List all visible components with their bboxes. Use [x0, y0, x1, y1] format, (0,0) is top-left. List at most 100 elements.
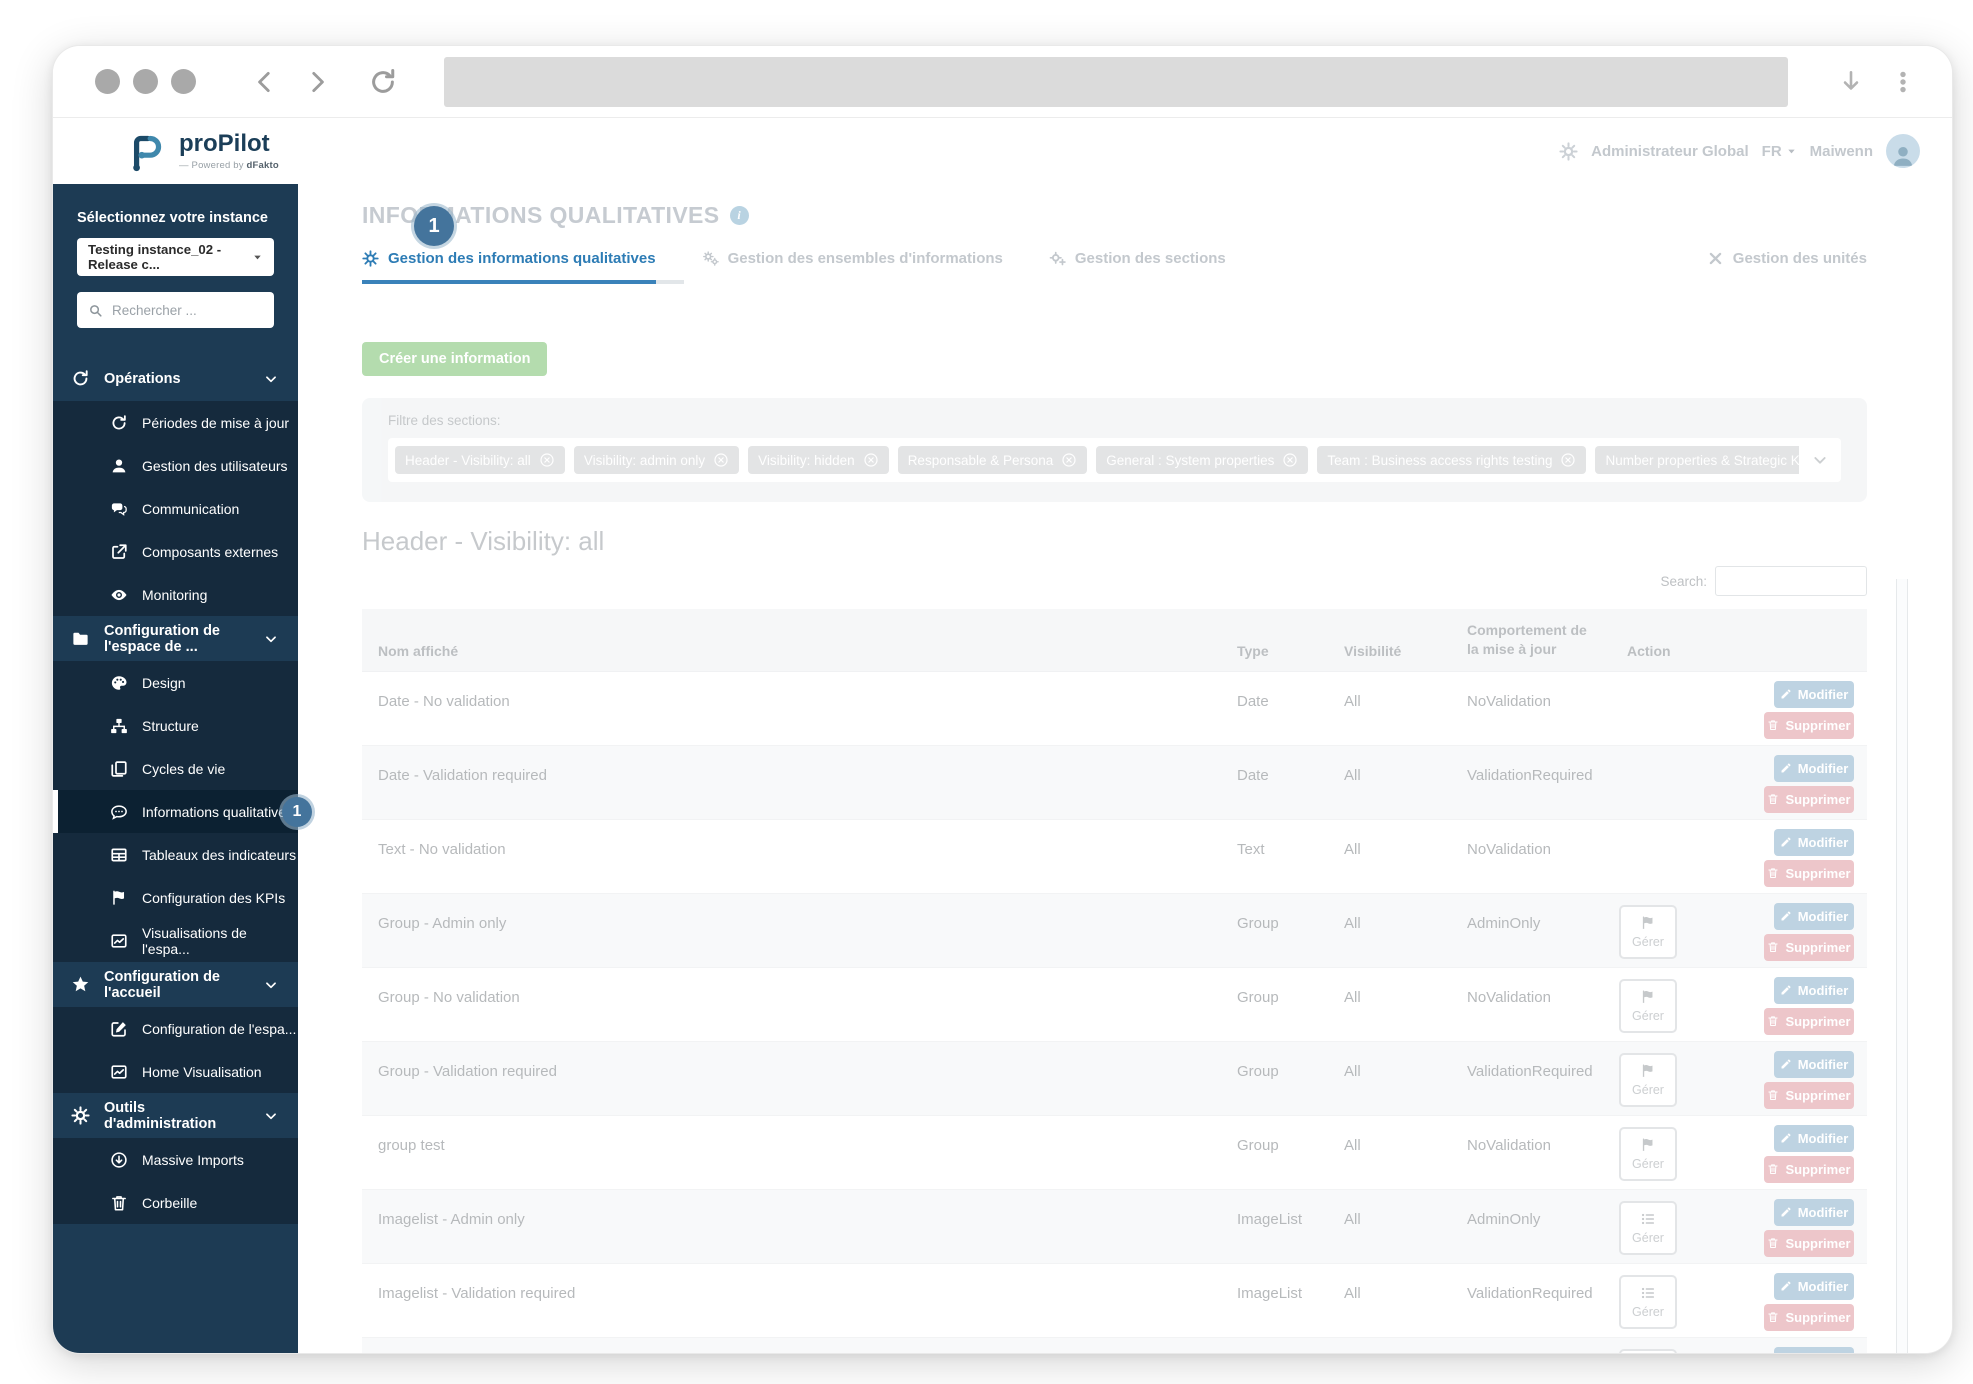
chips-expand-icon[interactable] [1799, 438, 1841, 482]
sidebar-item-home-visualisation[interactable]: Home Visualisation [53, 1050, 298, 1093]
create-information-button[interactable]: Créer une information [362, 342, 548, 376]
sidebar-item-composants-externes[interactable]: Composants externes [53, 530, 298, 573]
info-icon[interactable]: i [729, 205, 749, 225]
sidebar-item-communication[interactable]: Communication [53, 487, 298, 530]
sidebar-section-label: Configuration de l'accueil [104, 968, 220, 1001]
modify-button[interactable]: Modifier [1774, 1198, 1854, 1226]
sidebar-item-tableaux-des-indicateurs[interactable]: Tableaux des indicateurs [53, 833, 298, 876]
sidebar-item-structure[interactable]: Structure [53, 704, 298, 747]
tab-gestion-des-unites[interactable]: Gestion des unités [1707, 250, 1867, 284]
modify-button[interactable]: Modifier [1774, 828, 1854, 856]
sidebar-item-cycles-de-vie[interactable]: Cycles de vie [53, 747, 298, 790]
remove-filter-icon[interactable] [863, 452, 879, 468]
refresh-icon[interactable] [368, 67, 398, 97]
manage-button[interactable]: Gérer [1619, 1200, 1677, 1255]
sidebar-item-informations-qualitatives[interactable]: Informations qualitatives 1 [53, 790, 312, 833]
modify-button[interactable]: Modifier [1774, 1346, 1854, 1353]
tab-gestion-des-informations-qualitatives[interactable]: Gestion des informations qualitatives [362, 250, 684, 284]
sidebar-item-corbeille[interactable]: Corbeille [53, 1181, 298, 1224]
manage-button[interactable]: Gérer [1619, 978, 1677, 1033]
instance-select[interactable]: Testing instance_02 - Release c... [77, 238, 274, 276]
manage-button[interactable]: Gérer [1619, 904, 1677, 959]
sidebar-item-label: Informations qualitatives [142, 803, 293, 820]
sidebar-section-configuration-de-l-accueil[interactable]: Configuration de l'accueil [53, 962, 298, 1007]
modify-button[interactable]: Modifier [1774, 1050, 1854, 1078]
cell-action: Gérer Modifier Supprimer [1613, 1042, 1867, 1109]
sidebar-item-visualisations-de-l-espa[interactable]: Visualisations de l'espa... [53, 919, 298, 962]
manage-button[interactable]: Gérer [1619, 1348, 1677, 1353]
filter-chip-responsable-persona[interactable]: Responsable & Persona [897, 446, 1088, 474]
delete-button[interactable]: Supprimer [1764, 711, 1854, 739]
delete-button[interactable]: Supprimer [1764, 1303, 1854, 1331]
trash-icon [1767, 867, 1779, 879]
window-dot[interactable] [133, 69, 158, 94]
delete-button[interactable]: Supprimer [1764, 1229, 1854, 1257]
modify-button[interactable]: Modifier [1774, 976, 1854, 1004]
delete-button[interactable]: Supprimer [1764, 1081, 1854, 1109]
modify-button[interactable]: Modifier [1774, 1272, 1854, 1300]
filter-chip-visibility-admin-only[interactable]: Visibility: admin only [573, 446, 740, 474]
sidebar-item-gestion-des-utilisateurs[interactable]: Gestion des utilisateurs [53, 444, 298, 487]
forward-icon[interactable] [304, 69, 330, 95]
sidebar-item-monitoring[interactable]: Monitoring [53, 573, 298, 616]
delete-button[interactable]: Supprimer [1764, 859, 1854, 887]
delete-button[interactable]: Supprimer [1764, 933, 1854, 961]
modify-button[interactable]: Modifier [1774, 1124, 1854, 1152]
browser-menu-icon[interactable] [1890, 69, 1916, 95]
window-dot[interactable] [95, 69, 120, 94]
user-role-label: Administrateur Global [1591, 142, 1749, 160]
sidebar-item-configuration-de-l-espa[interactable]: Configuration de l'espa... [53, 1007, 298, 1050]
palette-icon [110, 674, 128, 692]
cell-name: group test [378, 1136, 445, 1154]
pages-icon [110, 760, 128, 778]
modify-button[interactable]: Modifier [1774, 902, 1854, 930]
sidebar-search-input[interactable]: Rechercher ... [77, 292, 274, 328]
sidebar-section-configuration-de-l-espace-de[interactable]: Configuration de l'espace de ... [53, 616, 298, 661]
manage-button[interactable]: Gérer [1619, 1126, 1677, 1181]
tab-gestion-des-sections[interactable]: Gestion des sections [1049, 250, 1226, 284]
filter-chip-team-business-access-rights-testing[interactable]: Team : Business access rights testing [1317, 446, 1587, 474]
remove-filter-icon[interactable] [539, 452, 555, 468]
filter-chip-header-visibility-all[interactable]: Header - Visibility: all [395, 446, 565, 474]
filter-chip-visibility-hidden[interactable]: Visibility: hidden [748, 446, 889, 474]
cell-visibility: All [1344, 1062, 1361, 1080]
back-icon[interactable] [252, 69, 278, 95]
window-dot[interactable] [171, 69, 196, 94]
sidebar-section-outils-d-administration[interactable]: Outils d'administration [53, 1093, 298, 1138]
modify-button[interactable]: Modifier [1774, 680, 1854, 708]
sidebar-item-configuration-des-kpis[interactable]: Configuration des KPIs [53, 876, 298, 919]
cell-behavior: AdminOnly [1467, 1210, 1541, 1228]
modify-button[interactable]: Modifier [1774, 754, 1854, 782]
delete-button[interactable]: Supprimer [1764, 1155, 1854, 1183]
remove-filter-icon[interactable] [1282, 452, 1298, 468]
sidebar-item-label: Massive Imports [142, 1151, 244, 1168]
pencil-icon [1780, 1058, 1792, 1070]
filter-chip-general-system-properties[interactable]: General : System properties [1096, 446, 1309, 474]
sidebar-item-massive-imports[interactable]: Massive Imports [53, 1138, 298, 1181]
sidebar-section-operations[interactable]: Opérations [53, 356, 298, 401]
sidebar-item-periodes-de-mise-a-jour[interactable]: Périodes de mise à jour [53, 401, 298, 444]
remove-filter-icon[interactable] [1560, 452, 1576, 468]
table-search-input[interactable] [1715, 566, 1867, 596]
chartline-icon [110, 932, 128, 950]
manage-button[interactable]: Gérer [1619, 1274, 1677, 1329]
sidebar-item-design[interactable]: Design [53, 661, 298, 704]
avatar[interactable] [1886, 134, 1920, 168]
settings-gear-icon[interactable] [1559, 141, 1578, 161]
url-bar[interactable] [444, 56, 1788, 107]
delete-button[interactable]: Supprimer [1764, 785, 1854, 813]
download-icon[interactable] [1838, 69, 1864, 95]
sidebar-item-label: Structure [142, 717, 199, 734]
cell-action: GérerModifierSupprimer [1613, 1338, 1867, 1353]
gear-icon [362, 250, 379, 267]
sidebar-item-label: Home Visualisation [142, 1063, 262, 1080]
delete-button[interactable]: Supprimer [1764, 1007, 1854, 1035]
folder-icon [71, 629, 90, 648]
remove-filter-icon[interactable] [1061, 452, 1077, 468]
manage-button[interactable]: Gérer [1619, 1052, 1677, 1107]
scrollbar[interactable] [1896, 579, 1908, 1353]
language-selector[interactable]: FR [1762, 143, 1797, 160]
tab-gestion-des-ensembles-d-informations[interactable]: Gestion des ensembles d'informations [702, 250, 1003, 284]
remove-filter-icon[interactable] [713, 452, 729, 468]
propilot-logo[interactable]: proPilot — Powered by dFakto [123, 128, 279, 174]
